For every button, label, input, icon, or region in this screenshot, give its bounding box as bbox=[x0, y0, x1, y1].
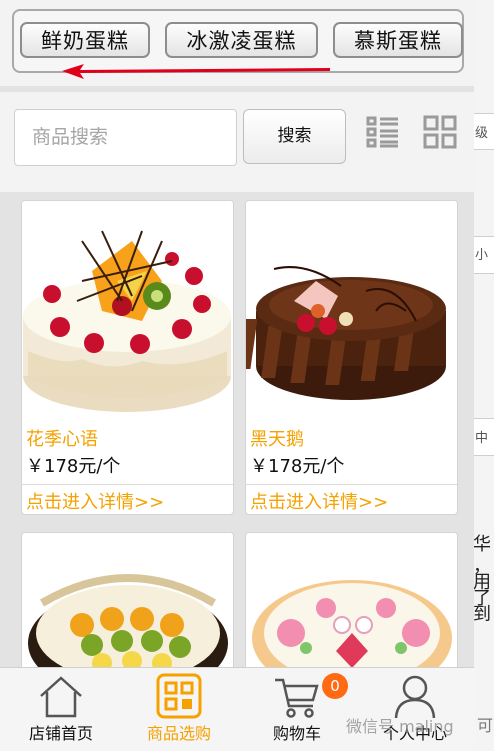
background-text: 可 bbox=[477, 716, 494, 735]
product-name[interactable]: 黑天鹅 bbox=[250, 425, 304, 451]
tab-label: 店铺首页 bbox=[28, 724, 93, 743]
fruit-platter-cake-image bbox=[22, 533, 233, 681]
flower-cake-image bbox=[246, 533, 457, 681]
swipe-left-arrow-icon bbox=[62, 64, 330, 79]
grid-view-icon[interactable] bbox=[423, 115, 457, 149]
tab-home[interactable]: 店铺首页 bbox=[2, 668, 120, 751]
watermark: 微信号 maling bbox=[346, 717, 454, 736]
fruit-cream-cake-image bbox=[22, 201, 233, 423]
divider bbox=[22, 484, 233, 485]
list-view-icon[interactable] bbox=[366, 115, 400, 149]
background-text: 级 bbox=[475, 126, 489, 141]
mobile-shop-screen: 鲜奶蛋糕 冰激凌蛋糕 慕斯蛋糕 商品搜索 搜索 花季心语 ￥178元/个 点击进… bbox=[0, 0, 474, 751]
divider bbox=[246, 484, 457, 485]
product-price: ￥178元/个 bbox=[250, 456, 345, 477]
category-bar: 鲜奶蛋糕 冰激凌蛋糕 慕斯蛋糕 bbox=[0, 0, 474, 86]
tab-label: 购物车 bbox=[272, 724, 321, 743]
product-detail-link[interactable]: 点击进入详情>> bbox=[26, 488, 164, 514]
search-button[interactable]: 搜索 bbox=[243, 109, 346, 164]
background-window-edge: 级 小 中 华 ， 用 了 到 可 bbox=[473, 0, 494, 751]
bottom-tab-bar: 店铺首页 商品选购 购物车 个人中心 bbox=[0, 667, 474, 751]
home-icon bbox=[40, 676, 82, 718]
category-button-fresh-cream[interactable]: 鲜奶蛋糕 bbox=[20, 22, 150, 58]
category-button-ice-cream[interactable]: 冰激凌蛋糕 bbox=[165, 22, 318, 58]
product-card[interactable] bbox=[21, 532, 234, 682]
tab-profile[interactable]: 个人中心 bbox=[356, 668, 474, 751]
background-text: 中 bbox=[475, 431, 489, 446]
search-bar: 商品搜索 搜索 bbox=[0, 92, 474, 192]
category-button-mousse[interactable]: 慕斯蛋糕 bbox=[333, 22, 463, 58]
tab-products[interactable]: 商品选购 bbox=[120, 668, 238, 751]
background-text: 小 bbox=[475, 248, 489, 263]
background-text: 到 bbox=[473, 604, 491, 625]
product-card[interactable]: 黑天鹅 ￥178元/个 点击进入详情>> bbox=[245, 200, 458, 515]
product-price: ￥178元/个 bbox=[26, 456, 121, 477]
search-input[interactable]: 商品搜索 bbox=[14, 109, 237, 166]
product-name[interactable]: 花季心语 bbox=[26, 425, 98, 451]
chocolate-cake-image bbox=[246, 201, 457, 423]
cart-count-badge: 0 bbox=[322, 673, 348, 699]
product-card[interactable] bbox=[245, 532, 458, 682]
product-detail-link[interactable]: 点击进入详情>> bbox=[250, 488, 388, 514]
product-card[interactable]: 花季心语 ￥178元/个 点击进入详情>> bbox=[21, 200, 234, 515]
products-grid-icon bbox=[156, 673, 202, 719]
tab-label: 商品选购 bbox=[146, 724, 211, 743]
shopping-cart-icon bbox=[275, 678, 319, 718]
